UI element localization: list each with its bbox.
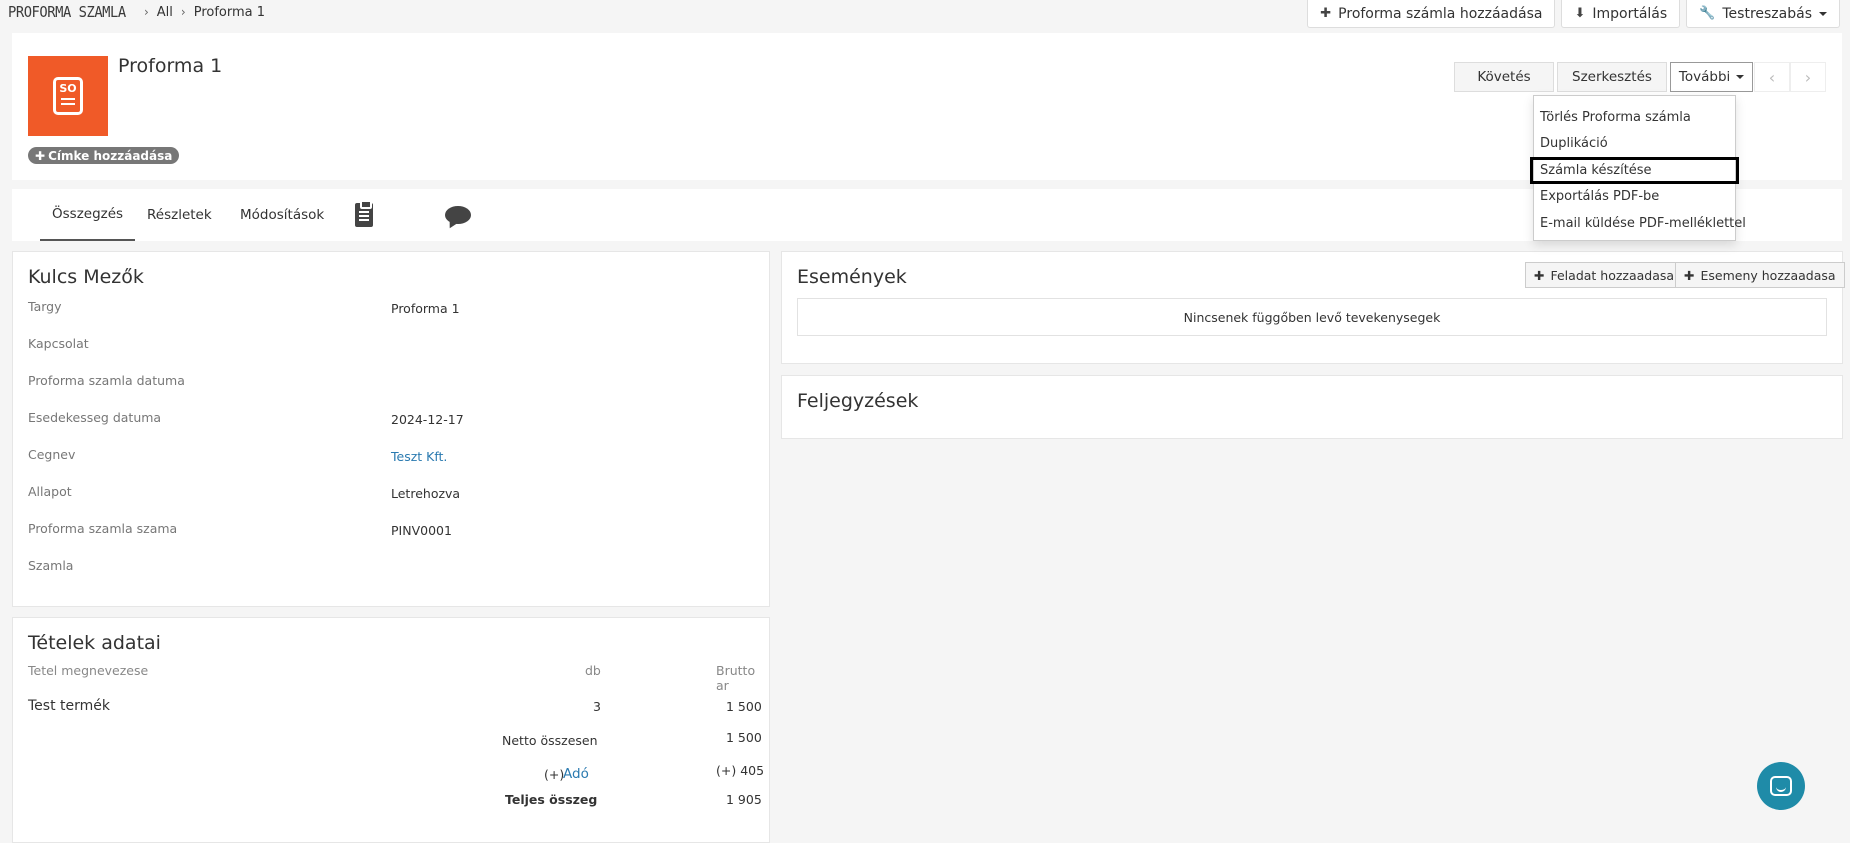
add-event-button[interactable]: ✚ Esemeny hozzaadasa xyxy=(1675,262,1845,288)
field-label: Targy xyxy=(28,299,62,314)
plus-icon: ✚ xyxy=(35,148,46,163)
items-col-name: Tetel megnevezese xyxy=(28,663,149,678)
logo-text: SO xyxy=(59,82,77,95)
tax-value: (+) 405 xyxy=(716,763,765,778)
item-qty: 3 xyxy=(593,699,601,714)
chevron-left-icon: ‹ xyxy=(1768,67,1776,87)
key-fields-title: Kulcs Mezők xyxy=(28,266,144,288)
next-record-button[interactable]: › xyxy=(1790,62,1826,92)
net-total-label: Netto összesen xyxy=(502,733,598,748)
tab-summary[interactable]: Összegzés xyxy=(40,189,136,241)
field-row-subject: Targy Proforma 1 xyxy=(28,299,748,319)
breadcrumb-list[interactable]: All xyxy=(157,5,173,20)
add-task-label: Feladat hozzaadasa xyxy=(1550,267,1675,283)
add-task-button[interactable]: ✚ Feladat hozzaadasa xyxy=(1525,262,1684,288)
breadcrumb-module[interactable]: PROFORMA SZAMLA xyxy=(8,3,126,21)
company-link[interactable]: Teszt Kft. xyxy=(391,449,447,464)
key-fields-panel: Kulcs Mezők Targy Proforma 1 Kapcsolat P… xyxy=(12,251,770,607)
chevron-right-icon: › xyxy=(1804,67,1812,87)
item-price: 1 500 xyxy=(726,699,762,714)
more-label: További xyxy=(1678,69,1731,85)
follow-button[interactable]: Követés xyxy=(1454,62,1554,92)
items-col-price: Brutto ar xyxy=(716,663,756,693)
wrench-icon: 🔧 xyxy=(1699,6,1716,21)
field-label: Allapot xyxy=(28,484,72,499)
more-button[interactable]: További xyxy=(1669,62,1754,92)
field-row-company: Cegnev Teszt Kft. xyxy=(28,447,748,467)
menu-item-email-pdf[interactable]: E-mail küldése PDF-melléklettel xyxy=(1534,210,1746,237)
field-row-proforma-date: Proforma szamla datuma xyxy=(28,373,748,393)
breadcrumb-record: Proforma 1 xyxy=(193,4,266,20)
notes-panel: Feljegyzések xyxy=(781,375,1843,439)
no-activities-message: Nincsenek függőben levő tevekenysegek xyxy=(797,298,1827,336)
field-value: Letrehozva xyxy=(391,486,461,501)
caret-down-icon xyxy=(1736,75,1745,79)
add-proforma-label: Proforma számla hozzáadása xyxy=(1338,5,1543,22)
more-dropdown-menu: Törlés Proforma számla Duplikáció Számla… xyxy=(1530,95,1746,241)
field-label: Kapcsolat xyxy=(28,336,89,351)
field-value: Proforma 1 xyxy=(391,301,460,316)
field-row-invoice: Szamla xyxy=(28,558,748,578)
comment-icon xyxy=(445,206,471,224)
document-icon: SO xyxy=(53,77,83,115)
chevron-right-icon: › xyxy=(143,5,149,19)
tab-documents[interactable] xyxy=(355,189,373,241)
plus-icon: ✚ xyxy=(1534,267,1545,283)
field-label: Proforma szamla datuma xyxy=(28,373,185,388)
plus-icon: ✚ xyxy=(1320,6,1332,21)
menu-item-delete[interactable]: Törlés Proforma számla xyxy=(1534,104,1735,131)
menu-item-duplicate[interactable]: Duplikáció xyxy=(1534,131,1735,158)
chat-icon xyxy=(1770,776,1792,796)
field-value: 2024-12-17 xyxy=(391,412,464,427)
clipboard-icon xyxy=(355,200,373,227)
customize-button[interactable]: 🔧 Testreszabás xyxy=(1686,0,1840,28)
menu-item-create-invoice[interactable]: Számla készítése xyxy=(1530,157,1739,184)
add-event-label: Esemeny hozzaadasa xyxy=(1700,267,1836,283)
import-button[interactable]: ⬇ Importálás xyxy=(1561,0,1681,28)
customize-label: Testreszabás xyxy=(1722,5,1812,22)
events-title: Események xyxy=(797,266,907,288)
add-tag-button[interactable]: ✚ Címke hozzáadása xyxy=(28,147,180,164)
menu-item-export-pdf[interactable]: Exportálás PDF-be xyxy=(1534,184,1735,211)
download-icon: ⬇ xyxy=(1574,6,1586,21)
items-title: Tételek adatai xyxy=(28,632,161,654)
field-row-contact: Kapcsolat xyxy=(28,336,748,356)
items-col-qty: db xyxy=(585,663,601,678)
record-title: Proforma 1 xyxy=(118,55,223,77)
plus-icon: ✚ xyxy=(1684,267,1695,283)
field-row-due-date: Esedekesseg datuma 2024-12-17 xyxy=(28,410,748,430)
item-name: Test termék xyxy=(28,698,110,714)
chevron-right-icon: › xyxy=(180,5,186,19)
grand-total-label: Teljes összeg xyxy=(505,792,598,807)
tab-comments[interactable] xyxy=(445,189,471,241)
grand-total-value: 1 905 xyxy=(726,792,762,807)
tax-link[interactable]: Adó xyxy=(563,766,589,782)
field-label: Szamla xyxy=(28,558,74,573)
events-panel: Események ✚ Feladat hozzaadasa ✚ Esemeny… xyxy=(781,251,1845,364)
breadcrumb: PROFORMA SZAMLA › All › Proforma 1 xyxy=(8,3,265,21)
field-row-proforma-number: Proforma szamla szama PINV0001 xyxy=(28,521,748,541)
prev-record-button[interactable]: ‹ xyxy=(1754,62,1790,92)
field-label: Esedekesseg datuma xyxy=(28,410,162,425)
items-panel: Tételek adatai Tetel megnevezese db Brut… xyxy=(12,617,770,843)
add-proforma-button[interactable]: ✚ Proforma számla hozzáadása xyxy=(1307,0,1556,28)
field-row-status: Allapot Letrehozva xyxy=(28,484,748,504)
field-value: PINV0001 xyxy=(391,523,452,538)
tax-prefix: (+) xyxy=(544,767,565,782)
add-tag-label: Címke hozzáadása xyxy=(48,148,173,163)
field-label: Proforma szamla szama xyxy=(28,521,178,536)
net-total-value: 1 500 xyxy=(726,730,762,745)
notes-title: Feljegyzések xyxy=(797,390,919,412)
chat-launcher-button[interactable] xyxy=(1757,762,1805,810)
tab-details[interactable]: Részletek xyxy=(147,189,212,241)
edit-button[interactable]: Szerkesztés xyxy=(1557,62,1667,92)
module-logo: SO xyxy=(28,56,108,136)
caret-down-icon xyxy=(1819,11,1827,16)
import-label: Importálás xyxy=(1592,5,1668,22)
tab-changes[interactable]: Módosítások xyxy=(240,189,324,241)
top-bar: PROFORMA SZAMLA › All › Proforma 1 ✚ Pro… xyxy=(0,0,1850,30)
field-label: Cegnev xyxy=(28,447,76,462)
